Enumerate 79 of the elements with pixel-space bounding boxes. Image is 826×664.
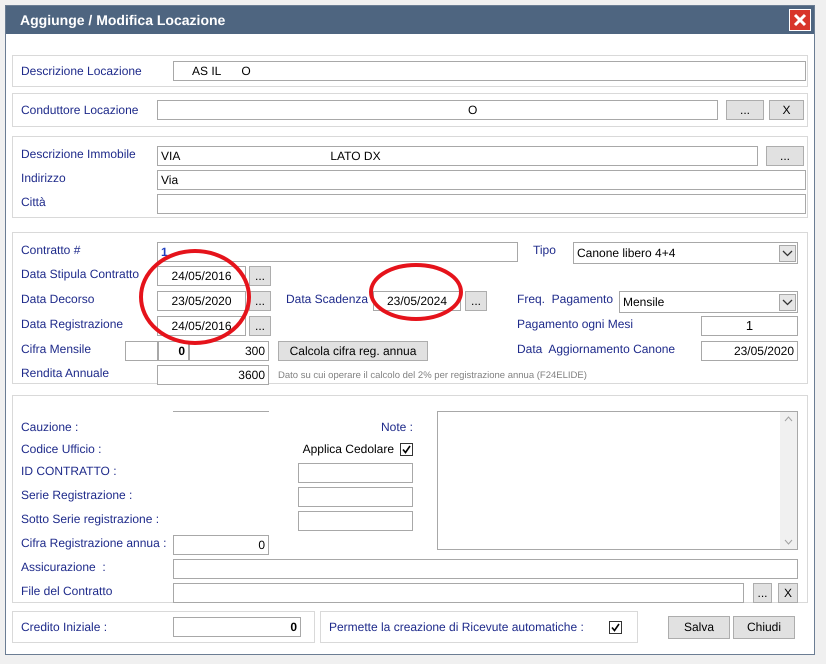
window-title: Aggiunge / Modifica Locazione — [20, 10, 226, 30]
dropdown[interactable]: Mensile — [619, 291, 798, 313]
text-field[interactable]: AS IL O — [173, 61, 806, 81]
field-label: Tipo — [533, 242, 557, 258]
dropdown[interactable]: Canone libero 4+4 — [573, 242, 798, 264]
check-icon — [402, 444, 411, 454]
field-label: Conduttore Locazione — [21, 102, 140, 118]
checkbox-label: Applica Cedolare — [302, 441, 394, 458]
browse-button[interactable]: ... — [249, 266, 271, 286]
clear-button[interactable]: X — [769, 100, 804, 120]
close-button[interactable] — [789, 9, 811, 31]
field-label: Città — [21, 194, 47, 210]
text-field[interactable]: 23/05/2024 — [373, 291, 461, 311]
field-label: Data Decorso — [21, 291, 96, 307]
browse-button[interactable]: ... — [249, 316, 271, 336]
checkbox[interactable] — [609, 620, 622, 634]
field-label: Pagamento ogni Mesi — [517, 316, 634, 332]
text-field[interactable] — [157, 194, 806, 214]
text-field[interactable]: O — [157, 100, 718, 120]
browse-button[interactable]: ... — [753, 583, 772, 603]
browse-button[interactable]: ... — [249, 291, 271, 311]
browse-button[interactable]: ... — [766, 146, 804, 166]
field-label: Permette la creazione di Ricevute automatiche : — [329, 619, 585, 635]
calculate-button[interactable]: Calcola cifra reg. annua — [278, 341, 428, 361]
field-label: Sotto Serie registrazione : — [21, 511, 160, 527]
browse-button[interactable]: ... — [465, 291, 487, 311]
text-field[interactable]: Via — [157, 170, 806, 190]
check-icon — [611, 622, 620, 632]
field-label: Serie Registrazione : — [21, 487, 134, 503]
text-field[interactable]: 300 — [189, 341, 269, 361]
checkbox[interactable] — [400, 442, 413, 456]
field-label: Cifra Mensile — [21, 341, 92, 357]
text-field[interactable] — [173, 583, 744, 603]
text-field[interactable]: 0 — [158, 341, 189, 361]
scroll-up-icon[interactable] — [784, 416, 793, 422]
field-label: Assicurazione : — [21, 559, 107, 575]
field-label: Data Registrazione — [21, 316, 124, 332]
field-label: Data Scadenza — [286, 291, 370, 307]
save-button[interactable]: Salva — [668, 616, 730, 638]
notes-area[interactable] — [437, 411, 798, 550]
field-label: Rendita Annuale — [21, 365, 110, 381]
field-label: Contratto # — [21, 242, 82, 258]
text-field[interactable]: 23/05/2020 — [701, 341, 798, 361]
text-field[interactable] — [298, 463, 413, 483]
text-field[interactable]: 24/05/2016 — [157, 266, 246, 286]
text-field[interactable]: 1 — [157, 242, 518, 262]
text-field[interactable]: VIA LATO DX — [157, 146, 758, 166]
text-field[interactable] — [125, 341, 158, 361]
browse-button[interactable]: ... — [726, 100, 764, 120]
text-field[interactable]: 0 — [173, 535, 269, 555]
close-dialog-button[interactable]: Chiudi — [733, 616, 795, 638]
scrollbar[interactable] — [780, 412, 797, 549]
close-icon — [793, 13, 807, 27]
text-field[interactable]: 0 — [173, 617, 301, 637]
field-label: Indirizzo — [21, 170, 67, 186]
field-label: ID CONTRATTO : — [21, 463, 118, 479]
text-field[interactable] — [298, 511, 413, 531]
field-label: Note : — [380, 419, 413, 435]
field-label: Descrizione Locazione — [21, 63, 143, 79]
field-label: Cifra Registrazione annua : — [21, 535, 168, 551]
text-field[interactable]: 3600 — [157, 365, 269, 385]
field-label: Cauzione : — [21, 419, 80, 435]
text-field[interactable] — [173, 559, 798, 579]
chevron-down-icon — [779, 244, 796, 262]
scroll-down-icon[interactable] — [784, 539, 793, 545]
field-label: File del Contratto — [21, 583, 114, 599]
hint-text: Dato su cui operare il calcolo del 2% per registrazione annua (F24ELIDE) — [278, 369, 587, 383]
text-field[interactable]: 23/05/2020 — [157, 291, 246, 311]
field-label: Freq. Pagamento — [517, 291, 614, 307]
text-field[interactable] — [298, 487, 413, 507]
field-label: Descrizione Immobile — [21, 146, 137, 162]
field-label: Data Aggiornamento Canone — [517, 341, 676, 357]
text-field[interactable]: 24/05/2016 — [157, 316, 246, 336]
field-label: Credito Iniziale : — [21, 619, 108, 635]
text-field[interactable]: 1 — [701, 316, 798, 336]
chevron-down-icon — [779, 294, 796, 310]
field-label: Codice Ufficio : — [21, 441, 102, 457]
clear-button[interactable]: X — [778, 583, 798, 603]
field-label: Data Stipula Contratto — [21, 266, 140, 282]
